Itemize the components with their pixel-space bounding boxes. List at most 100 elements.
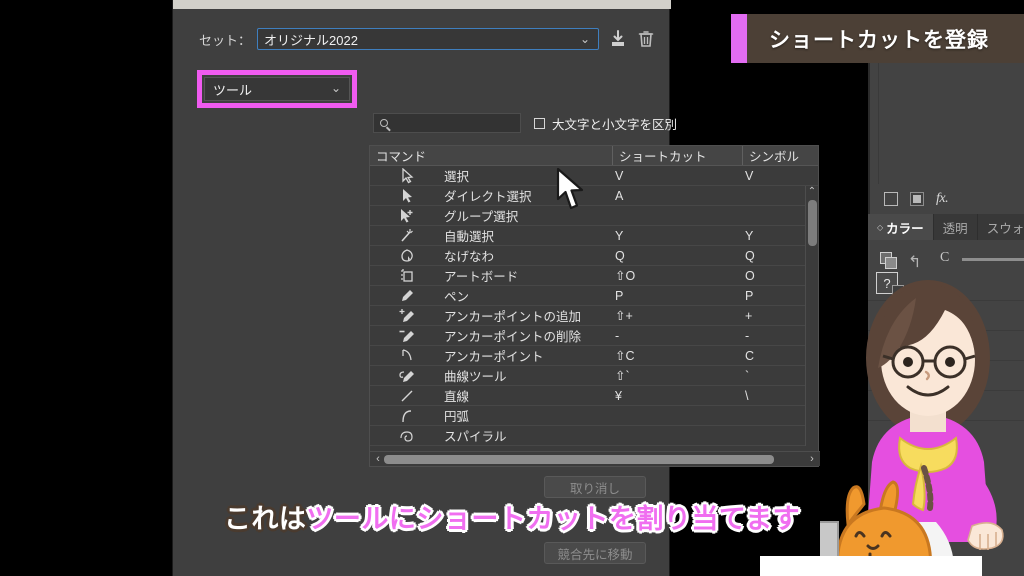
column-header-symbol[interactable]: シンボル xyxy=(743,146,818,165)
add-anchor-point-icon xyxy=(370,308,444,324)
shortcut-value: ⇧+ xyxy=(615,309,633,323)
shortcut-value: A xyxy=(615,188,624,203)
fx-icon[interactable]: fx. xyxy=(936,191,949,207)
table-row[interactable]: アンカーポイント ⇧C C xyxy=(370,346,818,366)
table-row[interactable]: ダイレクト選択 A xyxy=(370,186,818,206)
selection-tool-icon xyxy=(370,167,444,184)
screenshot-root: fx. ◇ カラー 透明 スウォッ ↰ C ? xyxy=(0,0,1024,576)
command-name: アンカーポイントの削除 xyxy=(444,330,582,344)
desk-surface xyxy=(760,556,982,576)
category-dropdown[interactable]: ツール ⌄ xyxy=(204,77,350,101)
command-name: 自動選択 xyxy=(444,230,495,244)
search-input[interactable] xyxy=(373,113,521,133)
command-name: 直線 xyxy=(444,390,470,404)
table-row[interactable]: 自動選択 Y Y xyxy=(370,226,818,246)
tab-transparency[interactable]: 透明 xyxy=(933,214,978,240)
magic-wand-tool-icon xyxy=(370,228,444,244)
case-sensitive-checkbox[interactable] xyxy=(534,117,545,129)
table-horizontal-scrollbar[interactable]: ‹ › xyxy=(370,451,820,466)
table-row[interactable]: スパイラル xyxy=(370,426,818,446)
arc-tool-icon xyxy=(370,408,444,424)
table-row[interactable]: 円弧 xyxy=(370,406,818,426)
case-sensitive-label: 大文字と小文字を区別 xyxy=(552,117,678,132)
chevron-down-icon: ⌄ xyxy=(330,81,341,95)
table-body[interactable]: 選択 V V ダイレクト選択 A グループ選択 自動選択 Y Y なげなわ Q … xyxy=(370,166,818,446)
table-row[interactable]: なげなわ Q Q xyxy=(370,246,818,266)
horizontal-scroll-thumb[interactable] xyxy=(384,454,774,464)
lasso-tool-icon xyxy=(370,248,444,264)
curvature-tool-icon xyxy=(370,368,444,384)
shortcuts-table: コマンド ショートカット シンボル 選択 V V ダイレクト選択 A グループ選… xyxy=(369,145,820,467)
symbol-value: V xyxy=(745,168,754,183)
tab-color-label: カラー xyxy=(886,221,924,236)
column-header-command[interactable]: コマンド xyxy=(370,146,613,165)
set-label: セット： xyxy=(199,32,252,48)
shortcut-value: Y xyxy=(615,228,624,243)
anchor-point-tool-icon xyxy=(370,348,444,364)
add-new-stroke-icon[interactable] xyxy=(910,192,924,206)
shortcut-value: ¥ xyxy=(615,388,622,403)
add-new-fill-icon[interactable] xyxy=(884,192,898,206)
category-dropdown-value: ツール xyxy=(213,82,253,98)
line-segment-tool-icon xyxy=(370,388,444,404)
group-selection-tool-icon xyxy=(370,208,444,224)
search-icon xyxy=(380,119,388,127)
command-name: アンカーポイント xyxy=(444,350,544,364)
table-row[interactable]: アンカーポイントの削除 - - xyxy=(370,326,818,346)
command-name: アンカーポイントの追加 xyxy=(444,310,582,324)
goto-conflict-button[interactable]: 競合先に移動 xyxy=(544,542,646,564)
subtitle-white-part: これは xyxy=(223,503,307,534)
save-icon[interactable] xyxy=(609,29,627,49)
scroll-right-arrow-icon[interactable]: › xyxy=(806,453,818,465)
tab-swatches-label: スウォッ xyxy=(986,221,1024,236)
table-row[interactable]: アンカーポイントの追加 ⇧+ + xyxy=(370,306,818,326)
shortcut-value: - xyxy=(615,328,620,343)
set-dropdown-value: オリジナル2022 xyxy=(264,32,358,48)
banner-title: ショートカットを登録 xyxy=(769,28,989,52)
command-name: アートボード xyxy=(444,270,519,284)
table-row[interactable]: 曲線ツール ⇧` ` xyxy=(370,366,818,386)
command-name: スパイラル xyxy=(444,430,507,444)
column-header-shortcut[interactable]: ショートカット xyxy=(613,146,743,165)
vertical-scroll-thumb[interactable] xyxy=(808,200,817,246)
shortcut-value: ⇧O xyxy=(615,269,636,283)
shortcut-value: ⇧` xyxy=(615,369,630,383)
tab-color[interactable]: ◇ カラー xyxy=(868,214,934,240)
table-row[interactable]: 直線 ¥ \ xyxy=(370,386,818,406)
table-row[interactable]: ペン P P xyxy=(370,286,818,306)
banner-accent-bar xyxy=(731,14,747,63)
direct-selection-tool-icon xyxy=(370,188,444,204)
set-row: セット： オリジナル2022 ⌄ xyxy=(199,28,655,50)
tab-swatches[interactable]: スウォッ xyxy=(977,214,1024,240)
tab-grip-icon: ◇ xyxy=(877,222,884,232)
shortcut-value: P xyxy=(615,288,624,303)
command-name: ペン xyxy=(444,290,470,304)
search-row: 大文字と小文字を区別 xyxy=(373,113,723,133)
spiral-tool-icon xyxy=(370,428,444,444)
appearance-panel-footer: fx. xyxy=(880,188,1024,210)
tab-transparency-label: 透明 xyxy=(942,221,968,236)
table-row[interactable]: グループ選択 xyxy=(370,206,818,226)
subtitle-caption: これは ツールにショートカットを割り当てます xyxy=(0,495,1024,537)
shortcut-value: V xyxy=(615,168,624,183)
scroll-up-arrow-icon[interactable]: ⌃ xyxy=(806,186,818,198)
chevron-down-icon: ⌄ xyxy=(579,32,590,46)
cyan-slider[interactable] xyxy=(962,258,1024,261)
subtitle-pink-part: ツールにショートカットを割り当てます xyxy=(306,503,801,534)
command-name: なげなわ xyxy=(444,250,495,264)
horizontal-scroll-track[interactable] xyxy=(384,454,806,464)
table-header: コマンド ショートカット シンボル xyxy=(370,146,818,166)
artboard-tool-icon xyxy=(370,268,444,284)
dialog-title-bar[interactable] xyxy=(173,0,671,9)
panel-tab-bar: ◇ カラー 透明 スウォッ xyxy=(868,214,1024,240)
table-row[interactable]: アートボード ⇧O O xyxy=(370,266,818,286)
table-vertical-scrollbar[interactable]: ⌃ ⌄ xyxy=(805,186,818,446)
shortcut-value: Q xyxy=(615,248,625,263)
scroll-left-arrow-icon[interactable]: ‹ xyxy=(372,453,384,465)
title-banner: ショートカットを登録 xyxy=(731,14,1024,63)
table-row[interactable]: 選択 V V xyxy=(370,166,818,186)
trash-icon[interactable] xyxy=(637,29,655,49)
delete-anchor-point-icon xyxy=(370,328,444,344)
set-dropdown[interactable]: オリジナル2022 ⌄ xyxy=(257,28,599,50)
shortcut-value: ⇧C xyxy=(615,349,635,363)
